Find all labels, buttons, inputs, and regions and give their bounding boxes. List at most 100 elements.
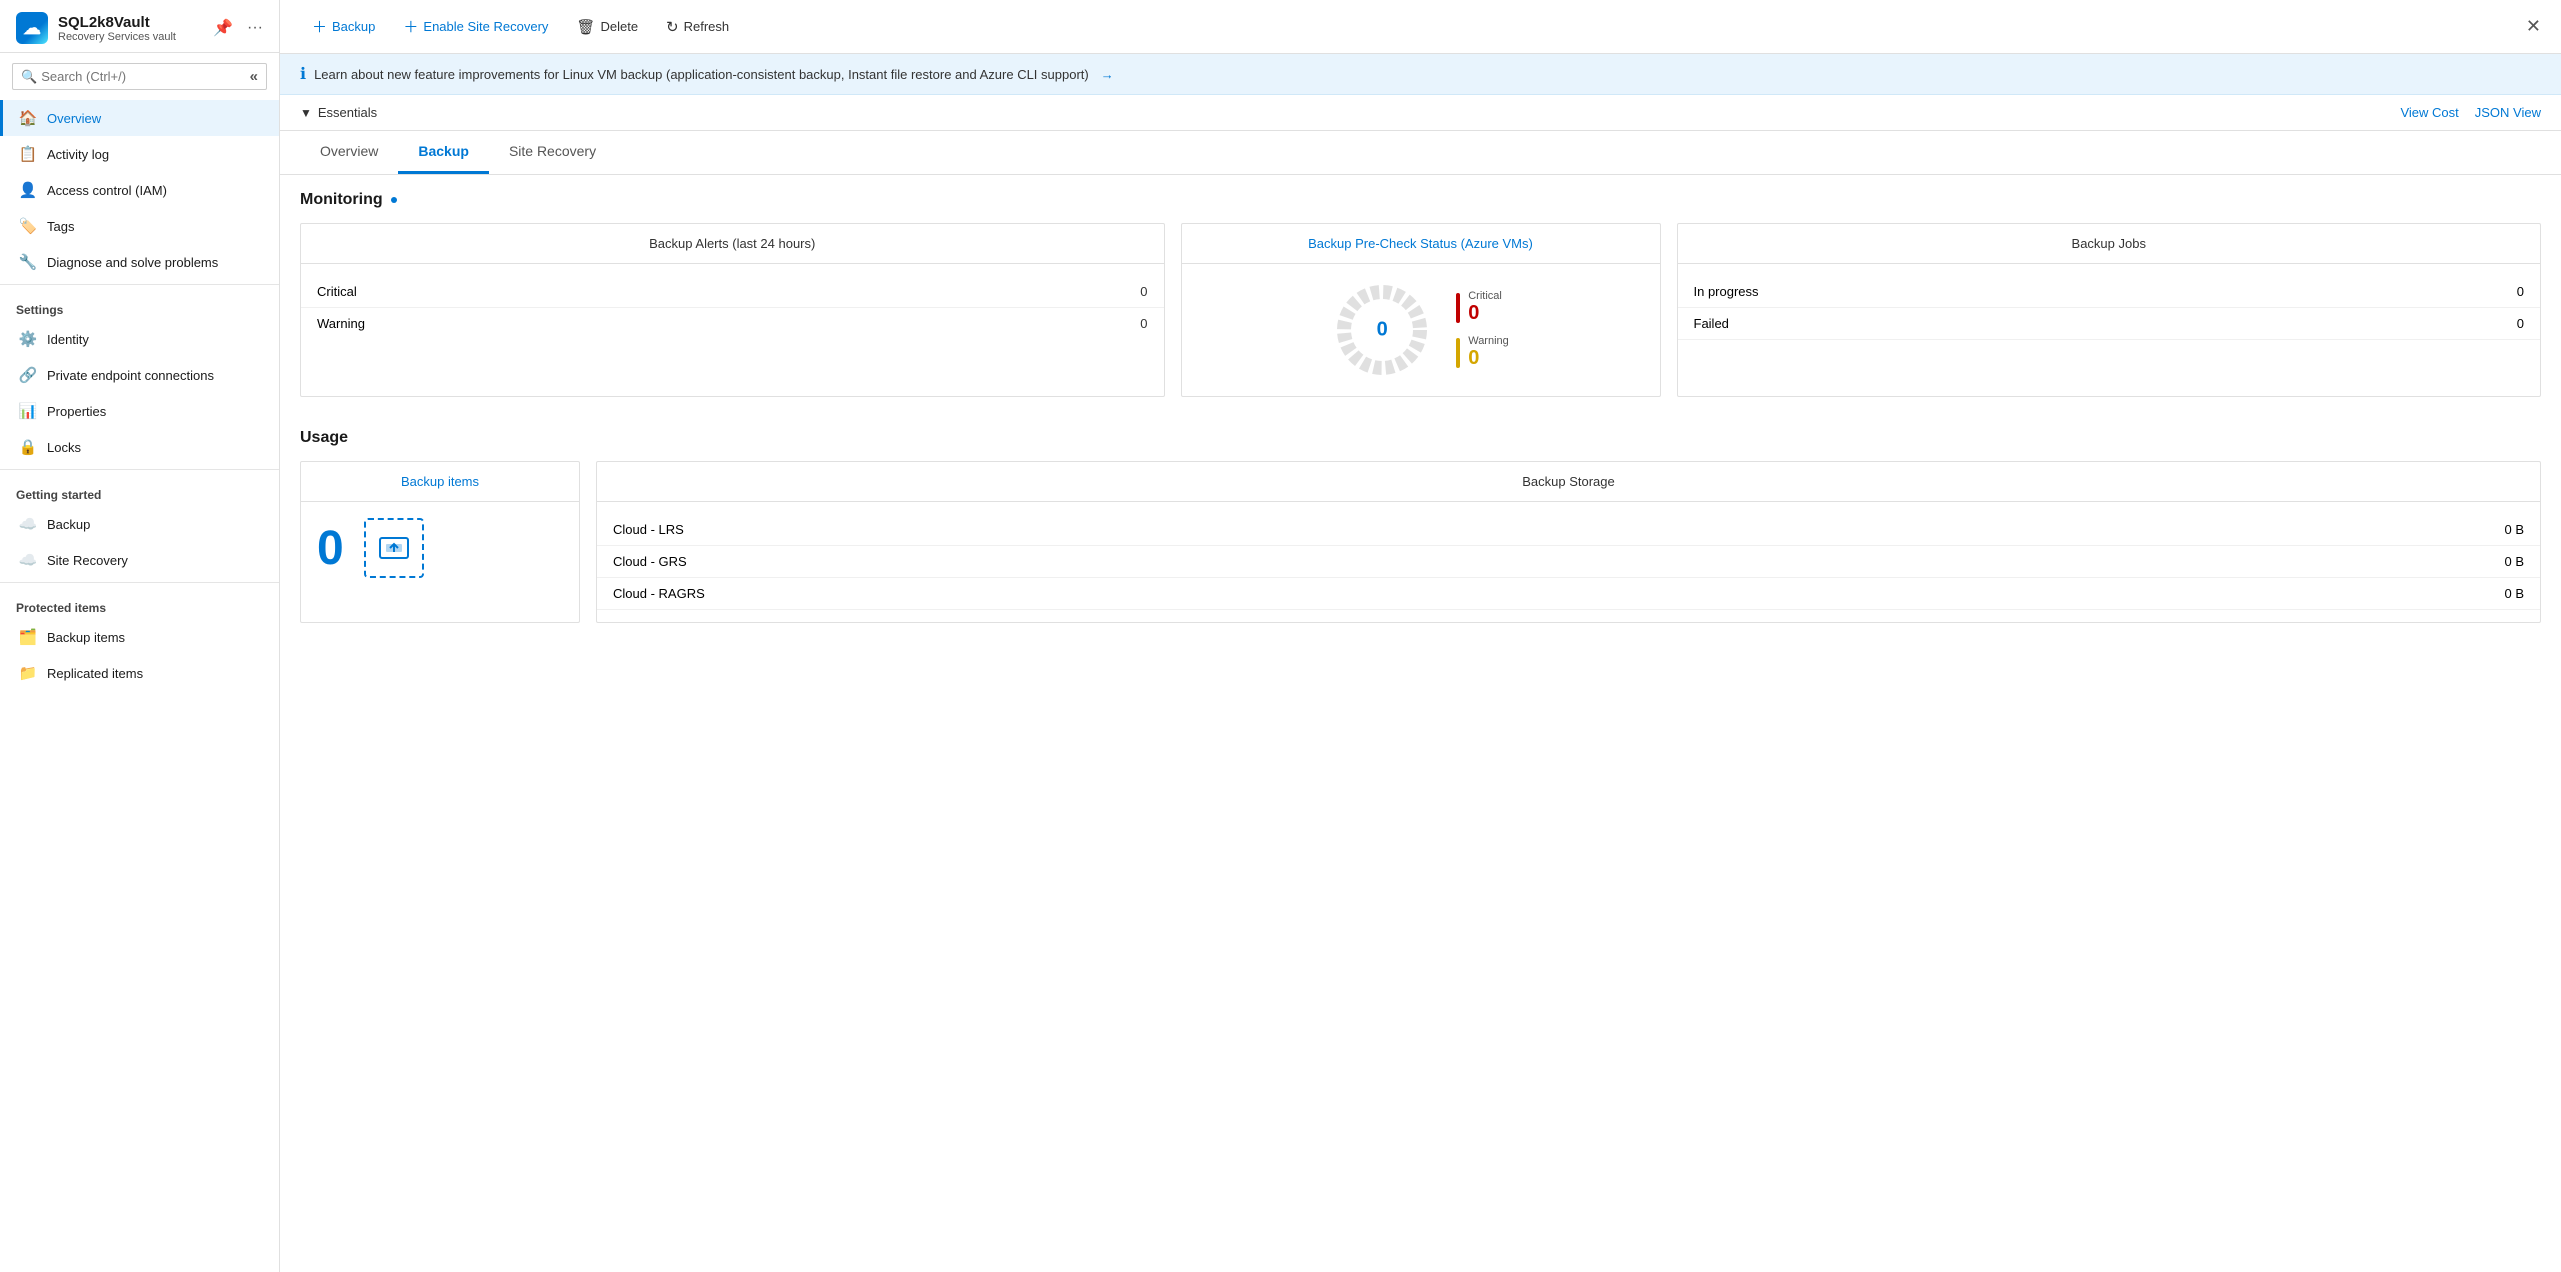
legend-warning-value: 0 — [1468, 347, 1509, 370]
monitoring-title: Monitoring — [300, 191, 2541, 209]
info-bar-arrow[interactable]: → — [1101, 67, 1114, 82]
sidebar-item-locks[interactable]: 🔒 Locks — [0, 429, 279, 465]
legend-critical-label: Critical — [1468, 290, 1502, 302]
sidebar-item-overview[interactable]: 🏠 Overview — [0, 100, 279, 136]
precheck-header[interactable]: Backup Pre-Check Status (Azure VMs) — [1182, 224, 1660, 264]
alert-warning-label: Warning — [317, 316, 365, 331]
legend-critical-value: 0 — [1468, 302, 1502, 325]
tabs-bar: Overview Backup Site Recovery — [280, 131, 2561, 175]
search-box[interactable]: 🔍 « — [12, 63, 267, 90]
precheck-card: Backup Pre-Check Status (Azure VMs) 0 — [1181, 223, 1661, 397]
tab-overview[interactable]: Overview — [300, 131, 398, 174]
enable-site-recovery-button[interactable]: ＋ Enable Site Recovery — [391, 10, 560, 43]
content-area: ▼ Essentials View Cost JSON View Overvie… — [280, 95, 2561, 1272]
sidebar-item-label: Identity — [47, 332, 89, 347]
donut-center-value: 0 — [1377, 319, 1388, 342]
storage-lrs-row: Cloud - LRS 0 B — [597, 514, 2540, 546]
alert-row-warning: Warning 0 — [301, 308, 1164, 339]
search-input[interactable] — [41, 69, 245, 84]
backup-items-dashed-icon — [364, 518, 424, 578]
storage-ragrs-row: Cloud - RAGRS 0 B — [597, 578, 2540, 610]
donut-legend: Critical 0 Warning 0 — [1456, 290, 1509, 370]
sidebar-item-private-endpoint[interactable]: 🔗 Private endpoint connections — [0, 357, 279, 393]
diagnose-icon: 🔧 — [19, 253, 37, 271]
sidebar-item-tags[interactable]: 🏷️ Tags — [0, 208, 279, 244]
sidebar-item-identity[interactable]: ⚙️ Identity — [0, 321, 279, 357]
legend-critical-text: Critical 0 — [1468, 290, 1502, 325]
json-view-link[interactable]: JSON View — [2475, 105, 2541, 120]
tab-site-recovery[interactable]: Site Recovery — [489, 131, 616, 174]
backup-plus-icon: ＋ — [312, 16, 327, 37]
sidebar-item-backup-items[interactable]: 🗂️ Backup items — [0, 619, 279, 655]
pin-icon[interactable]: 📌 — [213, 18, 233, 38]
toolbar: ＋ Backup ＋ Enable Site Recovery 🗑 Delete… — [280, 0, 2561, 54]
info-icon: ℹ — [300, 64, 306, 84]
sidebar-item-site-recovery[interactable]: ☁️ Site Recovery — [0, 542, 279, 578]
sidebar-item-label: Tags — [47, 219, 74, 234]
jobs-row-failed: Failed 0 — [1678, 308, 2541, 340]
usage-section: Usage Backup items 0 — [280, 413, 2561, 639]
backup-jobs-card: Backup Jobs In progress 0 Failed 0 — [1677, 223, 2542, 397]
settings-section-label: Settings — [0, 289, 279, 321]
more-icon[interactable]: ··· — [247, 19, 263, 37]
site-recovery-plus-icon: ＋ — [403, 16, 418, 37]
delete-icon: 🗑 — [576, 18, 595, 36]
sidebar-item-label: Access control (IAM) — [47, 183, 167, 198]
backup-jobs-body: In progress 0 Failed 0 — [1678, 264, 2541, 352]
protected-items-section-label: Protected items — [0, 587, 279, 619]
alert-warning-value: 0 — [1140, 316, 1147, 331]
private-endpoint-icon: 🔗 — [19, 366, 37, 384]
sidebar-item-diagnose[interactable]: 🔧 Diagnose and solve problems — [0, 244, 279, 280]
monitoring-dot — [391, 197, 397, 203]
storage-grs-value: 0 B — [2504, 554, 2524, 569]
sidebar-title-block: SQL2k8Vault Recovery Services vault — [58, 14, 176, 43]
sidebar-item-access-control[interactable]: 👤 Access control (IAM) — [0, 172, 279, 208]
collapse-button[interactable]: « — [250, 68, 258, 85]
overview-icon: 🏠 — [19, 109, 37, 127]
sidebar-item-label: Replicated items — [47, 666, 143, 681]
getting-started-section-label: Getting started — [0, 474, 279, 506]
alert-row-critical: Critical 0 — [301, 276, 1164, 308]
backup-items-card-header[interactable]: Backup items — [301, 462, 579, 502]
main-content: ＋ Backup ＋ Enable Site Recovery 🗑 Delete… — [280, 0, 2561, 1272]
sidebar-item-backup-start[interactable]: ☁️ Backup — [0, 506, 279, 542]
app-logo: ☁ — [16, 12, 48, 44]
backup-items-body: 0 — [301, 502, 579, 594]
tab-backup[interactable]: Backup — [398, 131, 489, 174]
refresh-icon: ↻ — [666, 18, 679, 36]
properties-icon: 📊 — [19, 402, 37, 420]
sidebar-item-label: Private endpoint connections — [47, 368, 214, 383]
essentials-toggle[interactable]: ▼ Essentials — [300, 105, 377, 120]
backup-jobs-header: Backup Jobs — [1678, 224, 2541, 264]
chevron-down-icon: ▼ — [300, 106, 312, 120]
sidebar-item-activity-log[interactable]: 📋 Activity log — [0, 136, 279, 172]
jobs-row-inprogress: In progress 0 — [1678, 276, 2541, 308]
backup-items-card: Backup items 0 — [300, 461, 580, 623]
sidebar-item-label: Backup items — [47, 630, 125, 645]
delete-button[interactable]: 🗑 Delete — [564, 12, 650, 42]
sidebar-item-label: Activity log — [47, 147, 109, 162]
info-bar-message: Learn about new feature improvements for… — [314, 67, 1089, 82]
sidebar-item-replicated-items[interactable]: 📁 Replicated items — [0, 655, 279, 691]
info-bar: ℹ Learn about new feature improvements f… — [280, 54, 2561, 95]
app-name: SQL2k8Vault — [58, 14, 176, 31]
backup-icon-svg — [376, 530, 412, 566]
locks-icon: 🔒 — [19, 438, 37, 456]
storage-ragrs-value: 0 B — [2504, 586, 2524, 601]
view-cost-link[interactable]: View Cost — [2400, 105, 2458, 120]
window-close-button[interactable]: ✕ — [2526, 16, 2541, 37]
backup-button[interactable]: ＋ Backup — [300, 10, 387, 43]
storage-lrs-label: Cloud - LRS — [613, 522, 684, 537]
sidebar-item-label: Overview — [47, 111, 101, 126]
sidebar-item-properties[interactable]: 📊 Properties — [0, 393, 279, 429]
backup-items-count: 0 — [317, 521, 344, 576]
sidebar-item-label: Backup — [47, 517, 90, 532]
backup-alerts-header: Backup Alerts (last 24 hours) — [301, 224, 1164, 264]
sidebar-item-label: Site Recovery — [47, 553, 128, 568]
backup-button-label: Backup — [332, 19, 375, 34]
refresh-button[interactable]: ↻ Refresh — [654, 12, 741, 42]
backup-storage-body: Cloud - LRS 0 B Cloud - GRS 0 B Cloud - … — [597, 502, 2540, 622]
storage-grs-label: Cloud - GRS — [613, 554, 687, 569]
sidebar-item-label: Diagnose and solve problems — [47, 255, 218, 270]
jobs-failed-value: 0 — [2517, 316, 2524, 331]
